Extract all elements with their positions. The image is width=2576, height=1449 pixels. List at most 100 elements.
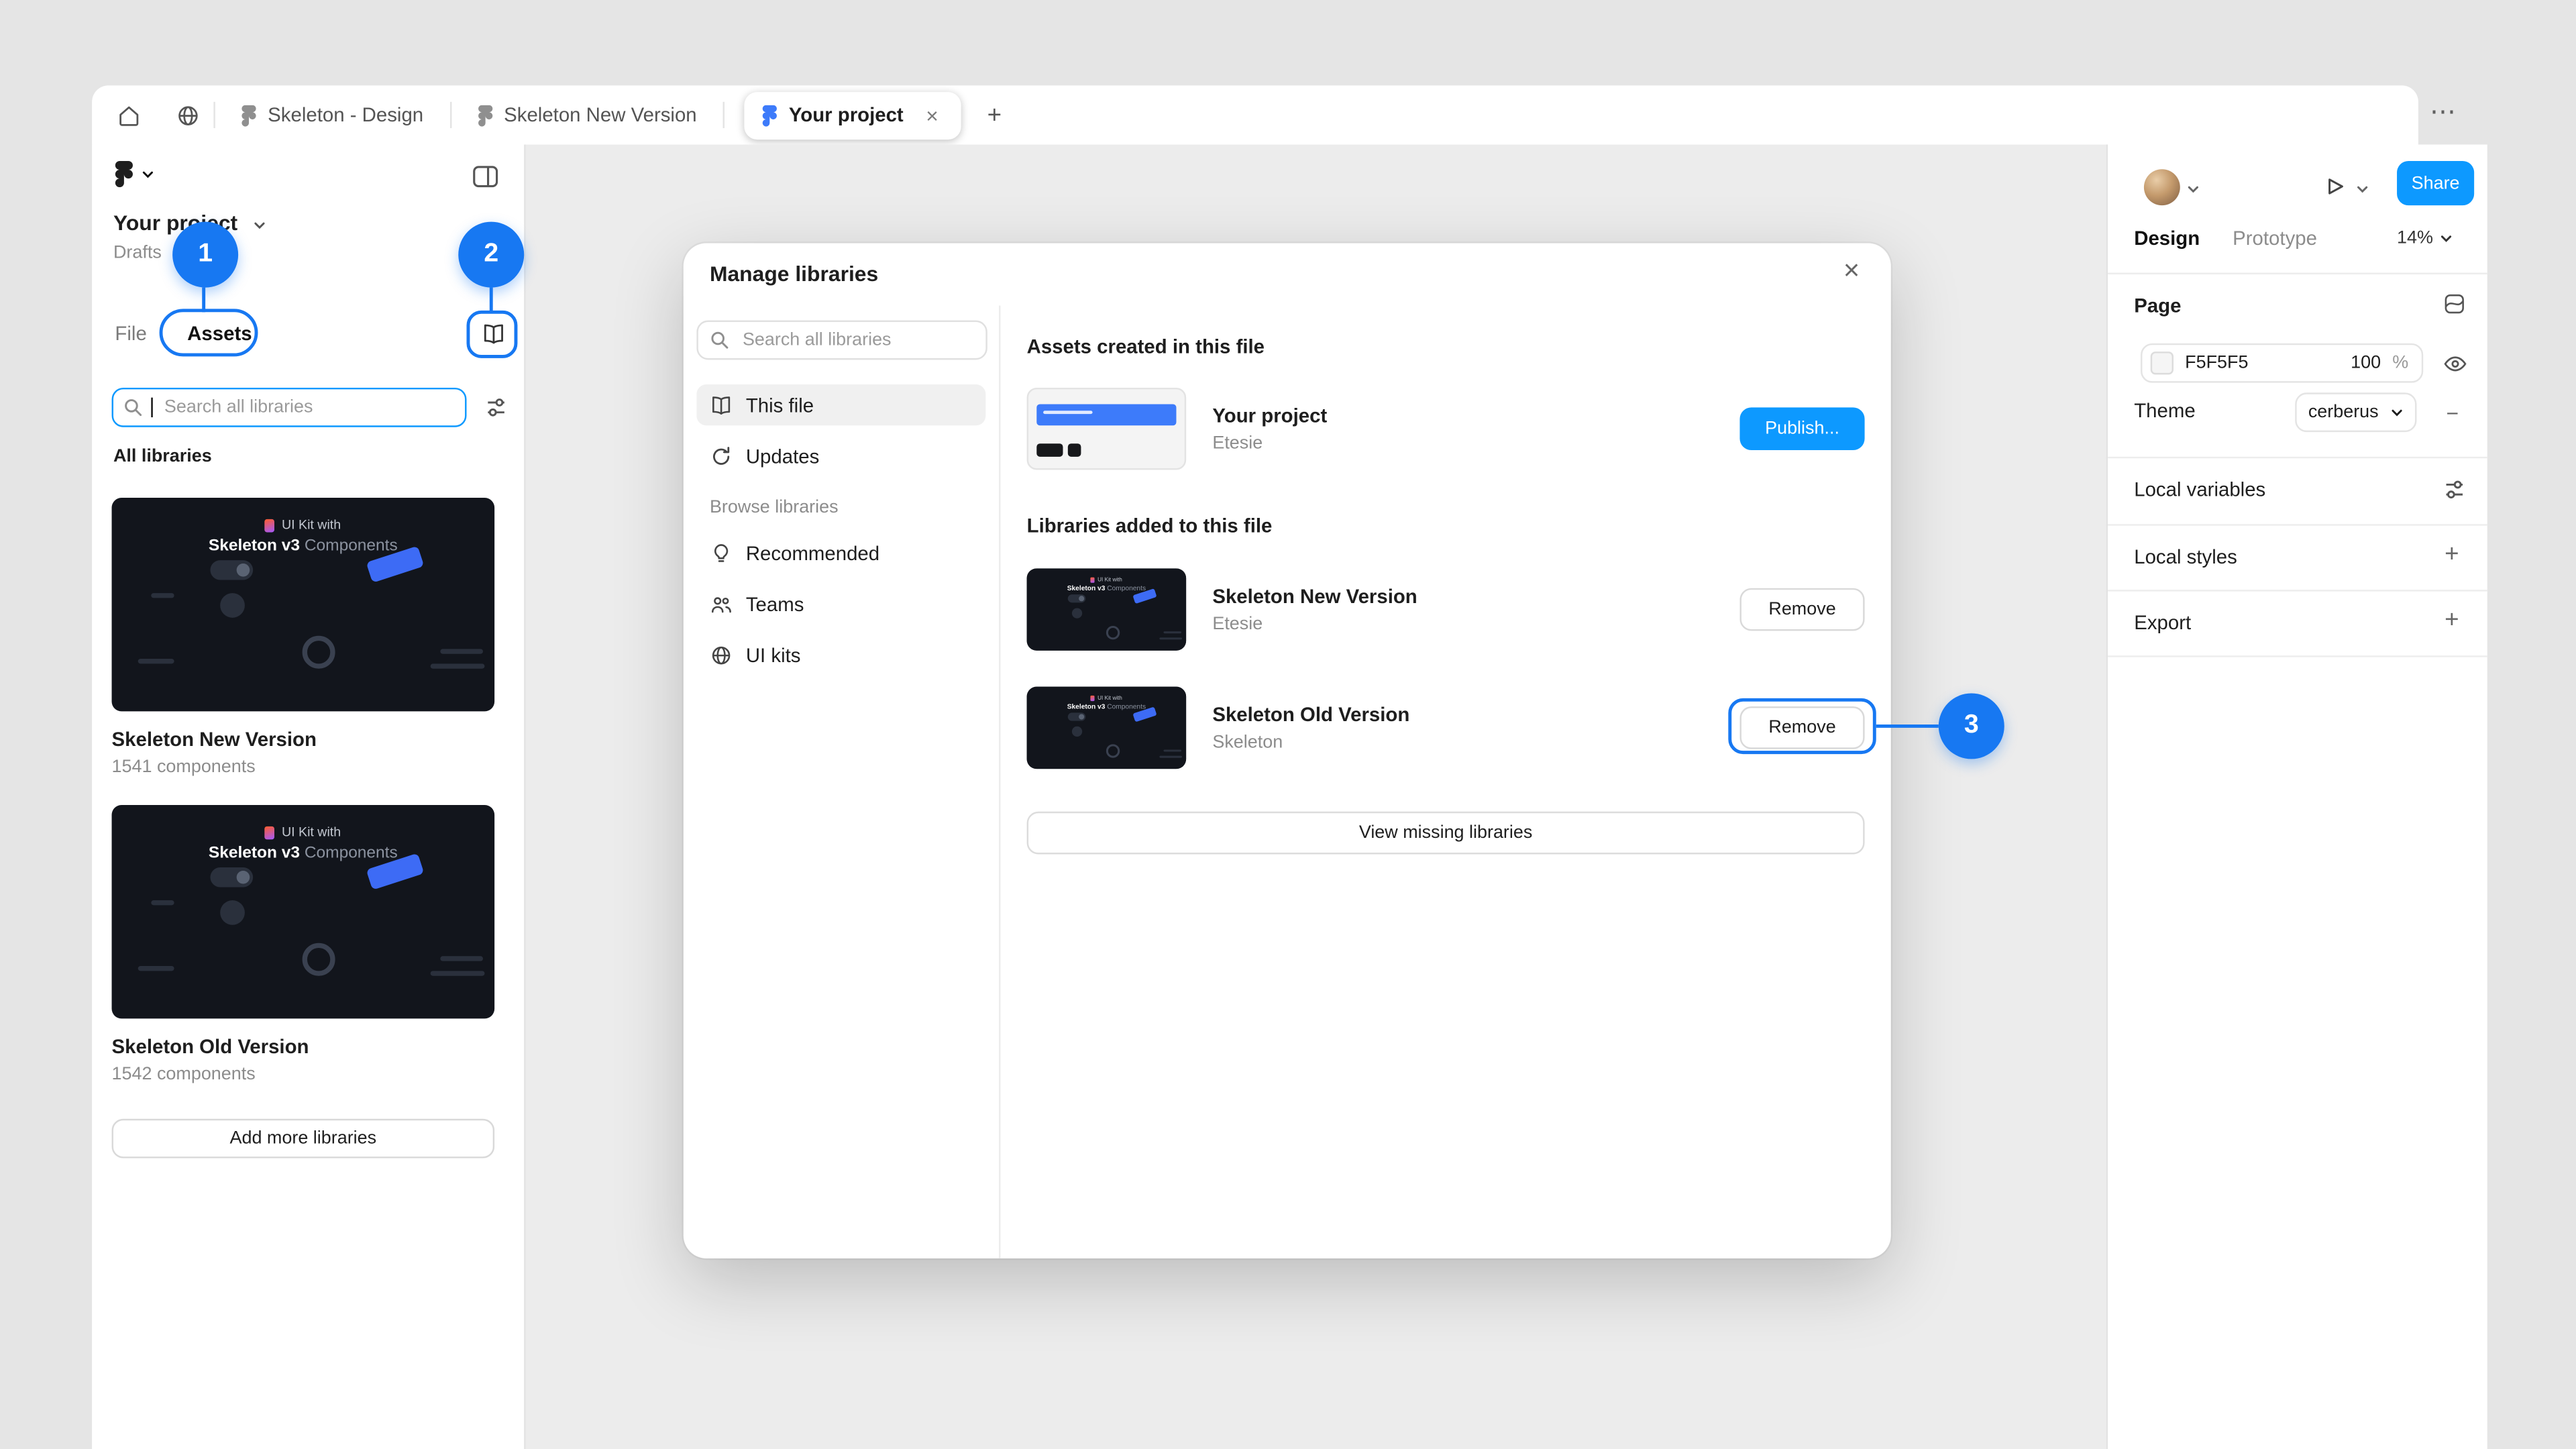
file-title: Your project xyxy=(1212,404,1739,427)
figma-logo-icon xyxy=(115,161,133,187)
toggle-panel-icon[interactable] xyxy=(472,162,500,191)
library-thumbnail[interactable]: UI Kit with Skeleton v3 Components xyxy=(112,805,495,1018)
tab-divider xyxy=(723,102,724,128)
close-icon[interactable]: × xyxy=(922,103,943,127)
remove-theme-button[interactable]: − xyxy=(2447,392,2459,432)
remove-button[interactable]: Remove xyxy=(1739,588,1864,631)
zoom-control[interactable]: 14% xyxy=(2397,228,2453,248)
nav-teams[interactable]: Teams xyxy=(696,583,985,624)
export-label: Export xyxy=(2134,612,2191,634)
text-caret xyxy=(151,398,152,417)
community-globe-icon[interactable] xyxy=(164,94,211,137)
add-more-libraries-button[interactable]: Add more libraries xyxy=(112,1119,495,1159)
library-thumbnail[interactable]: UI Kit with Skeleton v3 Components xyxy=(112,498,495,711)
chevron-down-icon xyxy=(142,168,155,181)
tab-prototype[interactable]: Prototype xyxy=(2233,227,2317,250)
nav-recommended[interactable]: Recommended xyxy=(696,532,985,573)
filter-sliders-icon[interactable] xyxy=(484,396,507,419)
local-styles-label: Local styles xyxy=(2134,547,2237,569)
thumb-logo-icon xyxy=(265,826,275,839)
theme-dropdown[interactable]: cerberus xyxy=(2295,392,2416,432)
figma-file-icon xyxy=(763,105,777,126)
color-swatch[interactable] xyxy=(2151,352,2174,374)
annotation-step-3: 3 xyxy=(1939,693,2004,759)
thumb-badge: UI Kit with xyxy=(282,517,341,532)
skeleton-ring-shape xyxy=(303,943,335,976)
library-title: Skeleton New Version xyxy=(1212,585,1739,608)
nav-updates[interactable]: Updates xyxy=(696,435,985,476)
skeleton-avatar-shape xyxy=(220,593,245,618)
home-icon[interactable] xyxy=(105,94,152,137)
library-card-meta: 1541 components xyxy=(112,757,495,777)
window-more-icon[interactable]: ⋯ xyxy=(2430,95,2458,128)
close-icon[interactable]: × xyxy=(1835,255,1868,288)
tab-file[interactable]: File xyxy=(115,312,146,356)
avatar[interactable] xyxy=(2144,169,2180,205)
chevron-down-icon xyxy=(2440,231,2453,245)
modal-nav: This file Updates Browse libraries Recom… xyxy=(684,306,1001,1258)
percent-sign: % xyxy=(2392,354,2408,373)
left-sidebar: Your project Drafts File Assets All libr… xyxy=(92,145,526,1449)
chevron-down-icon[interactable] xyxy=(253,219,266,232)
library-row: UI Kit with Skeleton v3 Components Skele… xyxy=(1027,568,1865,650)
project-location: Drafts xyxy=(113,243,162,262)
modal-search-input[interactable] xyxy=(739,329,974,352)
annotation-step-2: 2 xyxy=(458,222,524,288)
color-hex-value[interactable]: F5F5F5 xyxy=(2185,354,2339,373)
sidebar-search-box xyxy=(112,388,467,427)
tab-bar: Skeleton - Design Skeleton New Version Y… xyxy=(92,85,2418,144)
divider xyxy=(2108,655,2487,657)
file-subtitle: Etesie xyxy=(1212,434,1739,453)
annotation-connector-3 xyxy=(1876,724,1939,728)
thumb-title: Skeleton v3 xyxy=(209,537,300,555)
annotation-connector-2 xyxy=(490,288,493,313)
search-icon xyxy=(710,330,729,350)
section-assets-created: Assets created in this file xyxy=(1027,335,1265,358)
modal-title: Manage libraries xyxy=(710,261,878,286)
figma-menu-button[interactable] xyxy=(115,161,154,187)
skeleton-toggle-shape xyxy=(210,560,253,580)
thumb-title: Skeleton v3 xyxy=(209,845,300,863)
chevron-down-icon[interactable] xyxy=(2187,182,2200,196)
publish-button[interactable]: Publish... xyxy=(1739,407,1864,450)
thumb-subtitle: Components xyxy=(305,537,398,555)
thumb-logo-icon xyxy=(265,519,275,532)
modal-content: Assets created in this file Your project… xyxy=(1000,306,1890,1258)
divider xyxy=(2108,524,2487,525)
theme-value: cerberus xyxy=(2308,402,2379,422)
share-button[interactable]: Share xyxy=(2397,161,2474,205)
opacity-value[interactable]: 100 xyxy=(2351,354,2381,373)
library-thumbnail: UI Kit with Skeleton v3 Components xyxy=(1027,687,1187,769)
modal-search-box xyxy=(696,321,987,360)
zoom-value: 14% xyxy=(2397,228,2433,248)
nav-label: Teams xyxy=(746,592,804,615)
new-tab-button[interactable]: + xyxy=(987,101,1002,129)
section-title: All libraries xyxy=(113,447,212,466)
tab-skeleton-design[interactable]: Skeleton - Design xyxy=(219,85,447,144)
library-title: Skeleton Old Version xyxy=(1212,703,1739,726)
search-input[interactable] xyxy=(161,396,455,419)
search-icon xyxy=(123,398,143,417)
divider xyxy=(2108,273,2487,274)
tab-skeleton-new-version[interactable]: Skeleton New Version xyxy=(455,85,720,144)
skeleton-avatar-shape xyxy=(220,900,245,925)
tab-design[interactable]: Design xyxy=(2134,227,2200,250)
tab-your-project[interactable]: Your project × xyxy=(745,91,961,139)
figma-file-icon xyxy=(241,105,256,126)
library-card-meta: 1542 components xyxy=(112,1065,495,1084)
section-libraries-added: Libraries added to this file xyxy=(1027,515,1273,537)
nav-this-file[interactable]: This file xyxy=(696,384,985,425)
variables-sliders-icon[interactable] xyxy=(2443,478,2466,501)
nav-label: This file xyxy=(746,394,814,417)
present-play-icon[interactable] xyxy=(2324,176,2346,197)
page-color-field[interactable]: F5F5F5 100 % xyxy=(2141,343,2423,383)
page-styles-icon[interactable] xyxy=(2443,292,2466,315)
tab-label: Skeleton - Design xyxy=(268,103,423,126)
nav-ui-kits[interactable]: UI kits xyxy=(696,634,985,675)
view-missing-libraries-button[interactable]: View missing libraries xyxy=(1027,812,1865,855)
chevron-down-icon[interactable] xyxy=(2356,182,2369,196)
add-export-button[interactable]: + xyxy=(2445,610,2459,633)
divider xyxy=(2108,590,2487,591)
add-style-button[interactable]: + xyxy=(2445,544,2459,567)
eye-icon[interactable] xyxy=(2443,352,2468,376)
